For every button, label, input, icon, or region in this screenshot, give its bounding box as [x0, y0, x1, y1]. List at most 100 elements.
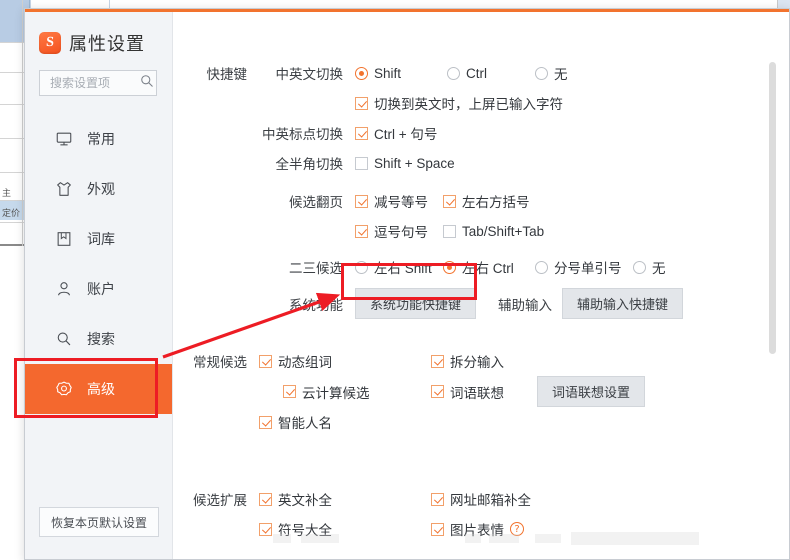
radio-label: 左右 Shift	[374, 261, 432, 276]
radio-label: 无	[652, 261, 666, 276]
group-label-shortcut: 快捷键	[206, 67, 248, 82]
sidebar-item-advanced[interactable]: 高级	[25, 364, 172, 414]
brand: 属性设置	[25, 12, 172, 56]
bg-grid-line	[0, 222, 24, 223]
sidebar-item-appearance[interactable]: 外观	[25, 164, 172, 214]
radio-lr-ctrl[interactable]: 左右 Ctrl	[443, 257, 535, 277]
system-function-row: 系统功能 系统功能快捷键 辅助输入 辅助输入快捷键	[173, 288, 789, 319]
radio-icon	[355, 66, 368, 80]
checkbox-icon	[283, 385, 296, 398]
sidebar-item-account[interactable]: 账户	[25, 264, 172, 314]
commit-on-switch-row: 切换到英文时，上屏已输入字符	[173, 88, 789, 118]
bg-grid-line	[0, 104, 24, 105]
radio-semicolon-quote[interactable]: 分号单引号	[535, 257, 633, 277]
radio-icon	[535, 260, 548, 274]
punct-switch-row: 中英标点切换 Ctrl + 句号	[173, 118, 789, 148]
radio-lr-shift[interactable]: 左右 Shift	[355, 257, 443, 277]
checkbox-label: Ctrl + 句号	[374, 127, 438, 142]
checkbox-label: 逗号句号	[374, 225, 428, 240]
clipped-row	[173, 532, 789, 546]
group-label-extension: 候选扩展	[193, 493, 247, 508]
word-association-settings-button[interactable]: 词语联想设置	[537, 376, 646, 407]
checkbox-icon	[431, 492, 444, 506]
radio-icon	[633, 260, 646, 274]
checkbox-dynamic-phrase[interactable]: 动态组词	[259, 351, 431, 371]
search-input[interactable]	[48, 75, 140, 91]
checkbox-commit-on-switch[interactable]: 切换到英文时，上屏已输入字符	[355, 93, 563, 113]
checkbox-brackets[interactable]: 左右方括号	[443, 191, 530, 211]
radio-none-secondthird[interactable]: 无	[633, 257, 666, 277]
radio-none-cnen[interactable]: 无	[535, 63, 568, 83]
group-label-candidate: 常规候选	[193, 355, 247, 370]
checkbox-icon	[355, 126, 368, 140]
settings-content: 快捷键 中英文切换 Shift Ctrl 无 切换到英文时，上屏已输入字符 中英…	[173, 12, 789, 559]
checkbox-label: 英文补全	[278, 493, 332, 508]
checkbox-icon	[355, 194, 368, 208]
aux-input-label: 辅助输入	[498, 297, 552, 313]
candidate-row-1: 常规候选 动态组词 拆分输入	[173, 346, 789, 376]
sidebar-item-label: 词库	[87, 231, 115, 247]
checkbox-label: Shift + Space	[374, 155, 455, 171]
candidate-section: 常规候选 动态组词 拆分输入 云计算候选 词语联想 词语联想设置 智能人名	[173, 346, 789, 437]
checkbox-icon	[431, 385, 444, 398]
radio-label: 左右 Ctrl	[462, 261, 514, 276]
bg-grid-line	[0, 172, 24, 173]
settings-dialog: ? ─ × 属性设置	[24, 8, 790, 560]
candidate-row-2: 云计算候选 词语联想 词语联想设置	[173, 376, 789, 407]
page-turn-row-2: 逗号句号 Tab/Shift+Tab	[173, 216, 789, 246]
system-shortcut-button-wrap: 系统功能快捷键	[355, 288, 498, 319]
search-box[interactable]	[39, 70, 157, 96]
checkbox-icon	[259, 354, 272, 368]
checkbox-label: 词语联想	[450, 385, 504, 401]
checkbox-ctrl-period[interactable]: Ctrl + 句号	[355, 123, 437, 143]
cn-en-switch-label: 中英文切换	[275, 67, 344, 82]
checkbox-comma-period[interactable]: 逗号句号	[355, 221, 443, 241]
page-title: 属性设置	[69, 34, 145, 54]
checkbox-cloud-candidate[interactable]: 云计算候选	[259, 382, 431, 402]
bg-grid-line	[0, 244, 24, 246]
sidebar-item-common[interactable]: 常用	[25, 114, 172, 164]
checkbox-label: 云计算候选	[302, 385, 370, 401]
vertical-scrollbar[interactable]	[769, 62, 776, 354]
checkbox-word-association[interactable]: 词语联想	[431, 382, 537, 402]
radio-shift[interactable]: Shift	[355, 66, 447, 81]
checkbox-split-input[interactable]: 拆分输入	[431, 351, 504, 371]
radio-icon	[535, 66, 548, 80]
bg-grid-line	[0, 200, 24, 201]
checkbox-icon	[443, 194, 456, 208]
sidebar-item-label: 高级	[87, 381, 115, 397]
system-shortcut-button[interactable]: 系统功能快捷键	[355, 288, 477, 319]
sidebar-nav: 常用 外观 词库 账户 搜索 高级	[25, 114, 172, 414]
page-turn-row-1: 候选翻页 减号等号 左右方括号	[173, 186, 789, 216]
bg-cell-text: 定价	[2, 209, 21, 219]
aux-input-shortcut-button[interactable]: 辅助输入快捷键	[562, 288, 684, 319]
gear-icon	[55, 380, 73, 398]
system-function-label: 系统功能	[289, 297, 343, 313]
radio-icon	[447, 66, 460, 80]
checkbox-minus-equal[interactable]: 减号等号	[355, 191, 443, 211]
reset-defaults-button[interactable]: 恢复本页默认设置	[39, 507, 159, 537]
sidebar-item-dictionary[interactable]: 词库	[25, 214, 172, 264]
radio-label: 无	[554, 67, 568, 82]
checkbox-smart-name[interactable]: 智能人名	[259, 412, 332, 432]
checkbox-icon	[259, 415, 272, 429]
checkbox-label: 左右方括号	[462, 195, 530, 210]
radio-ctrl[interactable]: Ctrl	[447, 66, 535, 81]
sidebar-item-label: 账户	[87, 281, 115, 297]
bg-grid-line	[0, 72, 24, 73]
second-third-row: 二三候选 左右 Shift 左右 Ctrl 分号单引号 无	[173, 252, 789, 282]
bg-grid-line	[0, 42, 24, 43]
sogou-logo-icon	[39, 32, 61, 54]
checkbox-url-email-complete[interactable]: 网址邮箱补全	[431, 489, 531, 509]
sidebar-item-search[interactable]: 搜索	[25, 314, 172, 364]
checkbox-icon	[355, 96, 368, 110]
width-switch-label: 全半角切换	[275, 157, 344, 172]
radio-label: Ctrl	[466, 65, 487, 81]
checkbox-shift-space[interactable]: Shift + Space	[355, 156, 455, 171]
checkbox-icon	[259, 492, 272, 506]
punct-switch-label: 中英标点切换	[262, 127, 343, 142]
checkbox-tab-shifttab[interactable]: Tab/Shift+Tab	[443, 224, 544, 239]
checkbox-label: 切换到英文时，上屏已输入字符	[374, 97, 563, 112]
checkbox-english-complete[interactable]: 英文补全	[259, 489, 431, 509]
book-icon	[55, 230, 73, 248]
